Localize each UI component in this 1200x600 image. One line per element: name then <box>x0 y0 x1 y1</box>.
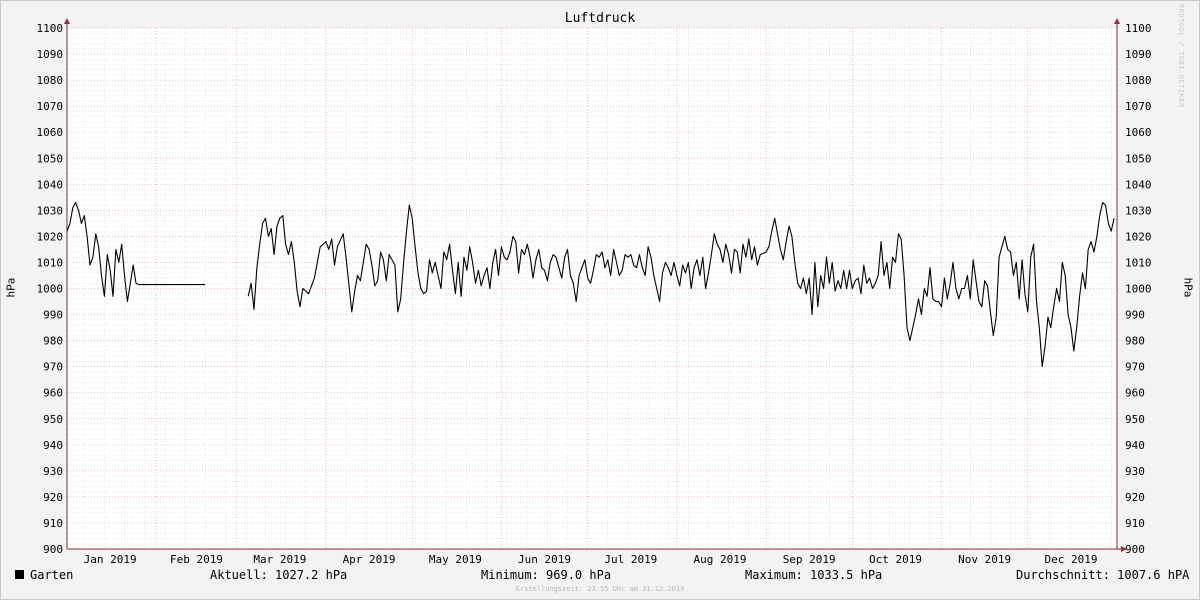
y-tick-label-right: 910 <box>1125 517 1145 530</box>
y-tick-label-right: 1050 <box>1125 152 1152 165</box>
x-tick-label: Nov 2019 <box>958 553 1011 566</box>
y-tick-label-left: 1030 <box>37 204 64 217</box>
y-tick-label-left: 1100 <box>37 22 64 35</box>
y-tick-label-left: 1090 <box>37 48 64 61</box>
x-tick-label: May 2019 <box>429 553 482 566</box>
y-tick-label-right: 920 <box>1125 491 1145 504</box>
y-tick-label-right: 1080 <box>1125 74 1152 87</box>
y-tick-label-right: 1000 <box>1125 283 1152 296</box>
y-tick-label-right: 960 <box>1125 387 1145 400</box>
y-tick-label-left: 1010 <box>37 256 64 269</box>
stat-minimum: Minimum: 969.0 hPa <box>481 568 612 582</box>
y-tick-label-right: 1030 <box>1125 204 1152 217</box>
y-tick-label-left: 960 <box>43 387 63 400</box>
x-tick-label: Jan 2019 <box>84 553 137 566</box>
y-tick-label-right: 1090 <box>1125 48 1152 61</box>
y-tick-label-left: 910 <box>43 517 63 530</box>
y-tick-label-left: 970 <box>43 361 63 374</box>
y-tick-label-right: 1070 <box>1125 100 1152 113</box>
stat-average: Durchschnitt: 1007.6 hPA <box>1016 568 1190 582</box>
y-tick-label-left: 900 <box>43 543 63 556</box>
y-tick-label-left: 1020 <box>37 230 64 243</box>
x-tick-label: Jul 2019 <box>604 553 657 566</box>
y-tick-label-right: 1040 <box>1125 178 1152 191</box>
y-tick-label-left: 940 <box>43 439 63 452</box>
x-tick-label: Jun 2019 <box>518 553 571 566</box>
y-tick-label-left: 1050 <box>37 152 64 165</box>
x-tick-label: Oct 2019 <box>869 553 922 566</box>
x-tick-label: Feb 2019 <box>170 553 223 566</box>
legend-series-name: Garten <box>30 568 74 582</box>
y-tick-label-left: 920 <box>43 491 63 504</box>
y-tick-label-left: 1060 <box>37 126 64 139</box>
legend: Garten Aktuell: 1027.2 hPa Minimum: 969.… <box>0 568 1200 584</box>
y-tick-label-right: 980 <box>1125 335 1145 348</box>
x-tick-label: Sep 2019 <box>783 553 836 566</box>
y-tick-label-right: 970 <box>1125 361 1145 374</box>
y-tick-label-right: 940 <box>1125 439 1145 452</box>
legend-swatch <box>15 570 24 579</box>
y-tick-label-right: 950 <box>1125 413 1145 426</box>
chart-canvas: 900 900 910 910 920 920 930 930 940 940 950 950 960 9… <box>37 18 1152 566</box>
stat-maximum: Maximum: 1033.5 hPa <box>745 568 883 582</box>
y-axis-arrow-right <box>1114 18 1120 24</box>
y-axis-arrow-left <box>64 18 70 24</box>
y-tick-label-right: 1100 <box>1125 22 1152 35</box>
x-tick-label: Mar 2019 <box>253 553 306 566</box>
stat-current: Aktuell: 1027.2 hPa <box>210 568 348 582</box>
y-tick-label-right: 990 <box>1125 309 1145 322</box>
y-tick-label-left: 1000 <box>37 283 64 296</box>
creation-timestamp: Erstellungszeit: 23:55 Uhr am 31.12.2019 <box>515 585 685 593</box>
y-tick-label-left: 1040 <box>37 178 64 191</box>
y-tick-label-left: 1080 <box>37 74 64 87</box>
y-tick-label-left: 990 <box>43 309 63 322</box>
y-tick-label-right: 1060 <box>1125 126 1152 139</box>
y-tick-label-right: 900 <box>1125 543 1145 556</box>
y-tick-label-left: 980 <box>43 335 63 348</box>
y-tick-label-right: 1010 <box>1125 256 1152 269</box>
y-tick-label-left: 930 <box>43 465 63 478</box>
y-tick-label-right: 930 <box>1125 465 1145 478</box>
x-tick-label: Dec 2019 <box>1044 553 1097 566</box>
y-tick-label-left: 1070 <box>37 100 64 113</box>
x-tick-label: Apr 2019 <box>343 553 396 566</box>
y-tick-label-left: 950 <box>43 413 63 426</box>
y-tick-label-right: 1020 <box>1125 230 1152 243</box>
x-tick-label: Aug 2019 <box>694 553 747 566</box>
